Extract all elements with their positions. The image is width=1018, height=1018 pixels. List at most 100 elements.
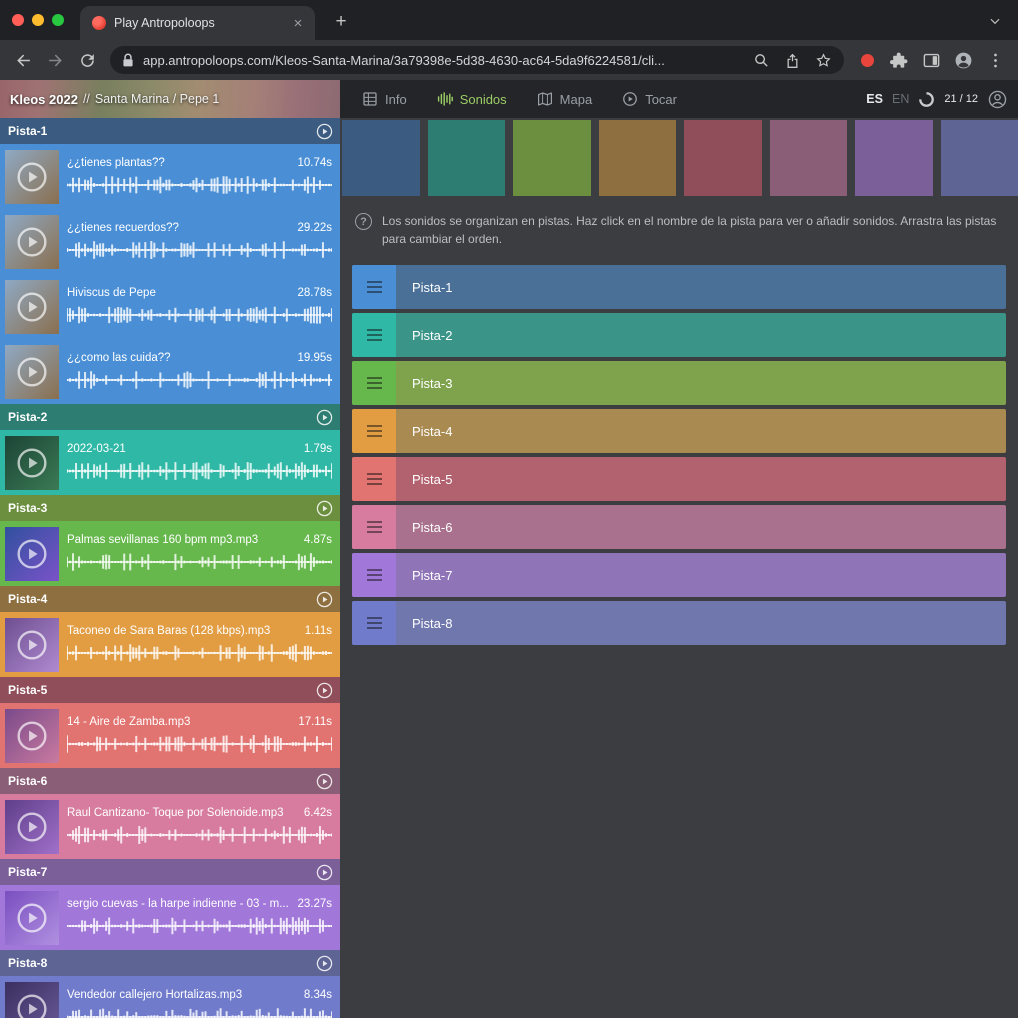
sound-item[interactable]: sergio cuevas - la harpe indienne - 03 -… xyxy=(0,885,340,950)
drag-handle[interactable] xyxy=(352,505,396,549)
sound-thumbnail[interactable] xyxy=(5,891,59,945)
record-extension-icon[interactable] xyxy=(852,45,882,75)
play-track-icon[interactable] xyxy=(316,955,333,972)
back-icon[interactable] xyxy=(8,45,38,75)
track-header[interactable]: Pista-4 xyxy=(0,586,340,612)
browser-menu-kebab-icon[interactable] xyxy=(980,45,1010,75)
breadcrumb[interactable]: Kleos 2022 // Santa Marina / Pepe 1 xyxy=(0,80,340,118)
nav-info[interactable]: Info xyxy=(362,91,407,107)
maximize-window-button[interactable] xyxy=(52,14,64,26)
track-header[interactable]: Pista-8 xyxy=(0,950,340,976)
side-panel-icon[interactable] xyxy=(916,45,946,75)
drag-handle[interactable] xyxy=(352,313,396,357)
play-sound-icon[interactable] xyxy=(16,811,48,843)
drag-handle[interactable] xyxy=(352,553,396,597)
play-sound-icon[interactable] xyxy=(16,538,48,570)
lang-es-button[interactable]: ES xyxy=(866,92,883,106)
account-icon[interactable] xyxy=(987,89,1008,110)
sound-thumbnail[interactable] xyxy=(5,527,59,581)
reload-icon[interactable] xyxy=(72,45,102,75)
sound-item[interactable]: Vendedor callejero Hortalizas.mp38.34s xyxy=(0,976,340,1018)
lang-en-button[interactable]: EN xyxy=(892,92,909,106)
sound-item[interactable]: Hiviscus de Pepe28.78s xyxy=(0,274,340,339)
track-row[interactable]: Pista-2 xyxy=(352,313,1006,357)
play-sound-icon[interactable] xyxy=(16,902,48,934)
browser-tab[interactable]: Play Antropoloops × xyxy=(80,6,315,40)
track-swatch[interactable] xyxy=(855,120,933,196)
play-sound-icon[interactable] xyxy=(16,629,48,661)
sound-item[interactable]: 2022-03-211.79s xyxy=(0,430,340,495)
play-sound-icon[interactable] xyxy=(16,161,48,193)
nav-mapa[interactable]: Mapa xyxy=(537,91,593,107)
track-header[interactable]: Pista-3 xyxy=(0,495,340,521)
play-track-icon[interactable] xyxy=(316,864,333,881)
sound-thumbnail[interactable] xyxy=(5,280,59,334)
sound-thumbnail[interactable] xyxy=(5,618,59,672)
sound-thumbnail[interactable] xyxy=(5,436,59,490)
close-window-button[interactable] xyxy=(12,14,24,26)
play-track-icon[interactable] xyxy=(316,409,333,426)
minimize-window-button[interactable] xyxy=(32,14,44,26)
drag-handle[interactable] xyxy=(352,361,396,405)
play-track-icon[interactable] xyxy=(316,591,333,608)
track-swatch[interactable] xyxy=(342,120,420,196)
track-header[interactable]: Pista-7 xyxy=(0,859,340,885)
sound-thumbnail[interactable] xyxy=(5,709,59,763)
track-row[interactable]: Pista-6 xyxy=(352,505,1006,549)
nav-tocar[interactable]: Tocar xyxy=(622,91,677,107)
zoom-icon[interactable] xyxy=(750,49,772,71)
track-swatch[interactable] xyxy=(599,120,677,196)
breadcrumb-path[interactable]: Santa Marina / Pepe 1 xyxy=(95,92,219,106)
track-swatch[interactable] xyxy=(513,120,591,196)
track-swatch[interactable] xyxy=(770,120,848,196)
sound-item[interactable]: Palmas sevillanas 160 bpm mp3.mp34.87s xyxy=(0,521,340,586)
sound-thumbnail[interactable] xyxy=(5,982,59,1018)
play-track-icon[interactable] xyxy=(316,500,333,517)
sound-thumbnail[interactable] xyxy=(5,215,59,269)
sound-thumbnail[interactable] xyxy=(5,345,59,399)
play-sound-icon[interactable] xyxy=(16,291,48,323)
sound-thumbnail[interactable] xyxy=(5,150,59,204)
share-icon[interactable] xyxy=(781,49,803,71)
sound-item[interactable]: Raul Cantizano- Toque por Solenoide.mp36… xyxy=(0,794,340,859)
track-row[interactable]: Pista-4 xyxy=(352,409,1006,453)
track-row[interactable]: Pista-1 xyxy=(352,265,1006,309)
track-row[interactable]: Pista-7 xyxy=(352,553,1006,597)
drag-handle[interactable] xyxy=(352,265,396,309)
play-sound-icon[interactable] xyxy=(16,993,48,1018)
play-sound-icon[interactable] xyxy=(16,447,48,479)
track-header[interactable]: Pista-1 xyxy=(0,118,340,144)
sound-item[interactable]: Taconeo de Sara Baras (128 kbps).mp31.11… xyxy=(0,612,340,677)
drag-handle[interactable] xyxy=(352,601,396,645)
drag-handle[interactable] xyxy=(352,409,396,453)
sound-item[interactable]: ¿¿tienes recuerdos??29.22s xyxy=(0,209,340,274)
sound-item[interactable]: ¿¿como las cuida??19.95s xyxy=(0,339,340,404)
track-header[interactable]: Pista-2 xyxy=(0,404,340,430)
bookmark-star-icon[interactable] xyxy=(812,49,834,71)
sound-item[interactable]: ¿¿tienes plantas??10.74s xyxy=(0,144,340,209)
profile-avatar[interactable] xyxy=(948,45,978,75)
track-header[interactable]: Pista-5 xyxy=(0,677,340,703)
play-track-icon[interactable] xyxy=(316,123,333,140)
play-sound-icon[interactable] xyxy=(16,720,48,752)
track-row[interactable]: Pista-8 xyxy=(352,601,1006,645)
track-header[interactable]: Pista-6 xyxy=(0,768,340,794)
tab-search-chevron-icon[interactable] xyxy=(988,14,1002,28)
sound-item[interactable]: 14 - Aire de Zamba.mp317.11s xyxy=(0,703,340,768)
address-bar[interactable]: app.antropoloops.com/Kleos-Santa-Marina/… xyxy=(110,46,844,74)
drag-handle[interactable] xyxy=(352,457,396,501)
play-sound-icon[interactable] xyxy=(16,356,48,388)
track-row[interactable]: Pista-3 xyxy=(352,361,1006,405)
track-swatch[interactable] xyxy=(684,120,762,196)
track-row[interactable]: Pista-5 xyxy=(352,457,1006,501)
extensions-puzzle-icon[interactable] xyxy=(884,45,914,75)
nav-sonidos[interactable]: Sonidos xyxy=(437,91,507,107)
track-swatch[interactable] xyxy=(941,120,1018,196)
play-sound-icon[interactable] xyxy=(16,226,48,258)
forward-icon[interactable] xyxy=(40,45,70,75)
play-track-icon[interactable] xyxy=(316,682,333,699)
breadcrumb-project[interactable]: Kleos 2022 xyxy=(10,92,78,107)
play-track-icon[interactable] xyxy=(316,773,333,790)
sound-thumbnail[interactable] xyxy=(5,800,59,854)
new-tab-button[interactable]: + xyxy=(327,8,355,36)
